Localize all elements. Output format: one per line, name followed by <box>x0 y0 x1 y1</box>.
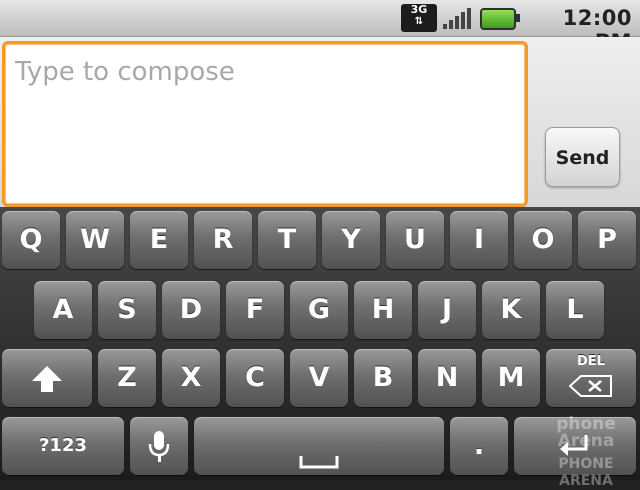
key-p[interactable]: P <box>578 211 636 269</box>
key-c[interactable]: C <box>226 349 284 407</box>
shift-key[interactable] <box>2 349 92 407</box>
key-l[interactable]: L <box>546 281 604 339</box>
key-j[interactable]: J <box>418 281 476 339</box>
symbols-key[interactable]: ?123 <box>2 417 124 475</box>
compose-area: Send <box>0 37 640 207</box>
watermark-badge: PHONE ARENA <box>558 456 614 489</box>
network-3g-icon: 3G ⇅ <box>401 4 437 32</box>
key-b[interactable]: B <box>354 349 412 407</box>
key-u[interactable]: U <box>386 211 444 269</box>
keyboard-row-1: Q W E R T Y U I O P <box>0 207 640 273</box>
keyboard-row-2: A S D F G H J K L <box>0 277 640 343</box>
status-bar: 3G ⇅ 12:00 PM <box>0 0 640 54</box>
shift-arrow-icon <box>32 365 62 392</box>
key-s[interactable]: S <box>98 281 156 339</box>
keyboard: Q W E R T Y U I O P A S D F G H J K L Z … <box>0 207 640 490</box>
compose-input[interactable] <box>13 54 517 90</box>
key-e[interactable]: E <box>130 211 188 269</box>
key-f[interactable]: F <box>226 281 284 339</box>
key-a[interactable]: A <box>34 281 92 339</box>
space-key[interactable] <box>194 417 444 475</box>
key-k[interactable]: K <box>482 281 540 339</box>
data-arrows-icon: ⇅ <box>414 16 424 27</box>
key-z[interactable]: Z <box>98 349 156 407</box>
key-q[interactable]: Q <box>2 211 60 269</box>
key-n[interactable]: N <box>418 349 476 407</box>
send-button[interactable]: Send <box>545 127 620 187</box>
microphone-key[interactable] <box>130 417 188 475</box>
key-d[interactable]: D <box>162 281 220 339</box>
microphone-icon <box>148 430 170 462</box>
key-t[interactable]: T <box>258 211 316 269</box>
key-w[interactable]: W <box>66 211 124 269</box>
key-i[interactable]: I <box>450 211 508 269</box>
key-r[interactable]: R <box>194 211 252 269</box>
key-g[interactable]: G <box>290 281 348 339</box>
key-h[interactable]: H <box>354 281 412 339</box>
key-y[interactable]: Y <box>322 211 380 269</box>
watermark: phone Arena PHONE ARENA <box>532 356 640 490</box>
network-label: 3G <box>410 3 428 16</box>
battery-icon <box>480 8 520 30</box>
key-o[interactable]: O <box>514 211 572 269</box>
space-icon <box>299 456 339 469</box>
compose-box[interactable] <box>2 41 528 207</box>
key-v[interactable]: V <box>290 349 348 407</box>
key-x[interactable]: X <box>162 349 220 407</box>
signal-icon <box>443 8 471 29</box>
period-key[interactable]: . <box>450 417 508 475</box>
watermark-text: phone Arena <box>556 414 616 451</box>
